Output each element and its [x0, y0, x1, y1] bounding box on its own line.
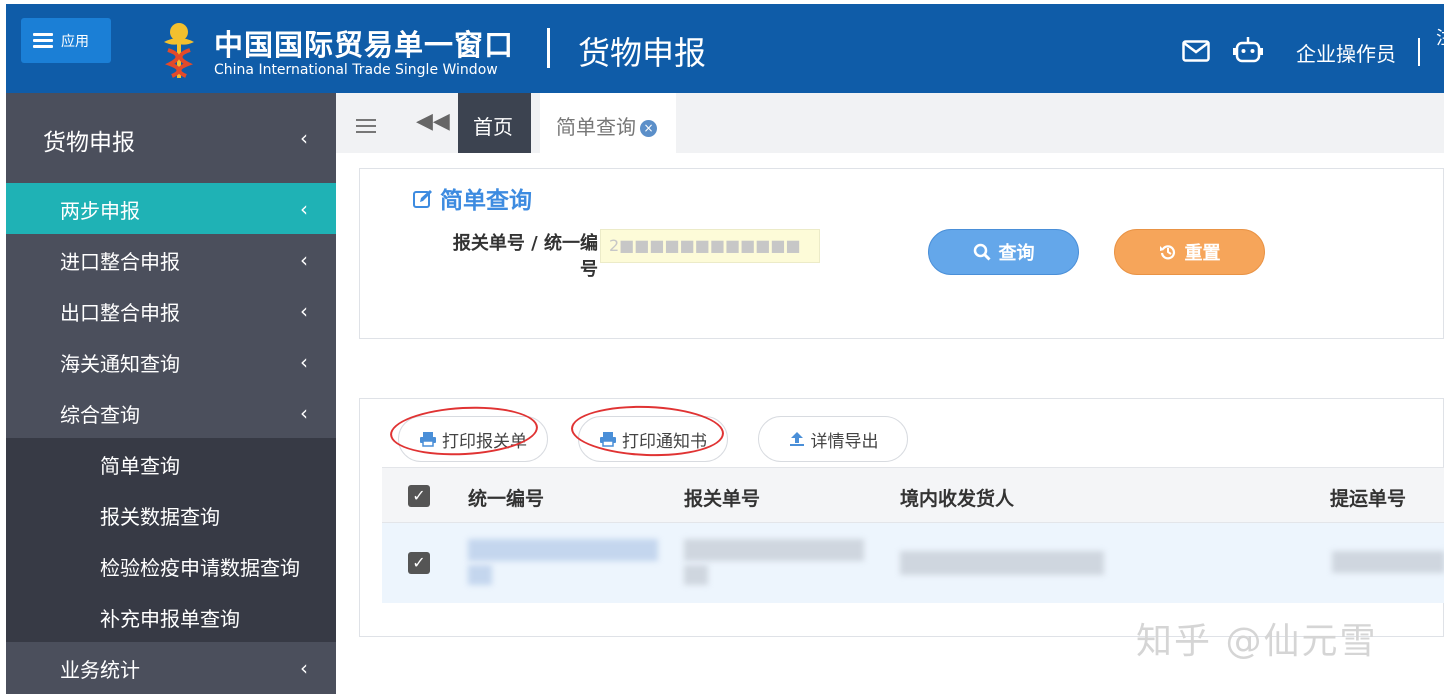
search-button-label: 查询 — [998, 243, 1035, 264]
brand-subtitle: China International Trade Single Window — [214, 62, 498, 78]
sidebar-item-label: 业务统计 — [60, 658, 140, 682]
reset-icon — [1159, 245, 1175, 260]
print-declaration-button[interactable]: 打印报关单 — [398, 416, 548, 462]
query-title-label: 简单查询 — [440, 188, 532, 214]
masked-declaration-number — [684, 539, 864, 561]
chevron-left-icon: ‹ — [300, 247, 308, 272]
tab-simple-query[interactable]: 简单查询 × — [540, 93, 676, 153]
submenu-item-declaration-data[interactable]: 报关数据查询 — [100, 501, 220, 530]
row-checkbox[interactable]: ✓ — [408, 552, 430, 574]
column-header-declaration-number[interactable]: 报关单号 — [684, 484, 760, 511]
customs-logo-icon — [164, 23, 194, 78]
sidebar-item-label: 出口整合申报 — [60, 301, 180, 325]
submenu-item-supplementary[interactable]: 补充申报单查询 — [100, 603, 240, 632]
table-header: ✓ 统一编号 报关单号 境内收发货人 提运单号 — [382, 467, 1444, 523]
tab-bar: ◀◀ 首页 简单查询 × — [336, 93, 1444, 153]
chevron-left-icon: ‹ — [300, 126, 308, 150]
sidebar-title-label: 货物申报 — [43, 130, 135, 156]
query-panel: 简单查询 报关单号 / 统一编号 2■■■■■■■■■■■■ 查询 重置 — [359, 168, 1444, 339]
sidebar-item-customs-notice[interactable]: 海关通知查询 ‹ — [6, 336, 336, 387]
sidebar-item-two-step[interactable]: 两步申报 ‹ — [6, 183, 336, 234]
search-icon — [973, 243, 991, 261]
masked-unified-number-tail — [468, 565, 492, 585]
declaration-number-label: 报关单号 / 统一编号 — [452, 233, 598, 280]
edit-icon — [413, 190, 432, 208]
submenu-item-inspection-data[interactable]: 检验检疫申请数据查询 — [100, 552, 300, 581]
sidebar: 货物申报 ‹ 两步申报 ‹ 进口整合申报 ‹ 出口整合申报 ‹ 海关通知查询 ‹… — [6, 93, 336, 694]
masked-bill-of-lading — [1332, 551, 1444, 573]
top-header: 应用 中国国际贸易单一窗口 China International Trade … — [6, 4, 1444, 93]
masked-consignee — [900, 551, 1104, 575]
app-menu-button[interactable]: 应用 — [21, 18, 111, 63]
header-divider-right — [1418, 38, 1420, 66]
header-divider — [547, 28, 550, 68]
chevron-left-icon: ‹ — [300, 298, 308, 323]
sidebar-item-label: 两步申报 — [60, 199, 140, 223]
double-chevron-left-icon[interactable]: ◀◀ — [416, 109, 450, 134]
printer-icon — [600, 432, 616, 447]
sidebar-title[interactable]: 货物申报 ‹ — [6, 93, 336, 183]
chevron-left-icon: ‹ — [300, 400, 308, 425]
chevron-left-icon: ‹ — [300, 196, 308, 221]
column-header-unified-number[interactable]: 统一编号 — [468, 484, 544, 511]
sidebar-item-label: 综合查询 — [60, 403, 140, 427]
upload-icon — [789, 432, 804, 446]
close-tab-icon[interactable]: × — [640, 120, 657, 137]
app-menu-label: 应用 — [61, 33, 89, 50]
submenu-comprehensive-query: 简单查询 报关数据查询 检验检疫申请数据查询 补充申报单查询 — [6, 438, 336, 642]
user-name[interactable]: 企业操作员 — [1296, 38, 1396, 67]
export-details-button[interactable]: 详情导出 — [758, 416, 908, 462]
sidebar-item-export[interactable]: 出口整合申报 ‹ — [6, 285, 336, 336]
chevron-left-icon: ‹ — [300, 655, 308, 680]
sidebar-item-label: 海关通知查询 — [60, 352, 180, 376]
truncated-header-text: 注 — [1436, 24, 1444, 50]
tab-home[interactable]: 首页 — [458, 93, 531, 153]
export-details-label: 详情导出 — [810, 431, 879, 452]
robot-assistant-icon[interactable] — [1232, 34, 1264, 66]
printer-icon — [420, 432, 436, 447]
reset-button-label: 重置 — [1184, 243, 1221, 264]
mail-icon[interactable] — [1182, 40, 1210, 62]
menu-toggle-icon[interactable] — [356, 115, 376, 137]
print-notice-button[interactable]: 打印通知书 — [578, 416, 728, 462]
sidebar-item-statistics[interactable]: 业务统计 ‹ — [6, 642, 336, 693]
search-button[interactable]: 查询 — [928, 229, 1079, 275]
app-window: 应用 中国国际贸易单一窗口 China International Trade … — [0, 0, 1444, 694]
sidebar-item-import[interactable]: 进口整合申报 ‹ — [6, 234, 336, 285]
sidebar-item-comprehensive-query[interactable]: 综合查询 ‹ — [6, 387, 336, 438]
results-panel: 打印报关单 打印通知书 详情导出 ✓ 统一编号 报关单号 境内收发货人 提运单号 — [359, 398, 1444, 637]
brand-title: 中国国际贸易单一窗口 — [214, 28, 515, 62]
watermark-text: 知乎 @仙元雪 — [1136, 621, 1378, 662]
print-notice-label: 打印通知书 — [622, 431, 707, 452]
tab-simple-query-label: 简单查询 — [556, 115, 636, 139]
module-title: 货物申报 — [578, 34, 707, 72]
reset-button[interactable]: 重置 — [1114, 229, 1265, 275]
column-header-bill-of-lading[interactable]: 提运单号 — [1330, 484, 1406, 511]
masked-declaration-number-tail — [684, 565, 708, 585]
declaration-number-input[interactable]: 2■■■■■■■■■■■■ — [600, 229, 820, 263]
query-panel-title: 简单查询 — [412, 181, 532, 215]
chevron-left-icon: ‹ — [300, 349, 308, 374]
table-row[interactable]: ✓ — [382, 523, 1444, 603]
print-declaration-label: 打印报关单 — [442, 431, 527, 452]
sidebar-item-label: 进口整合申报 — [60, 250, 180, 274]
hamburger-icon — [33, 30, 53, 51]
column-header-consignee[interactable]: 境内收发货人 — [900, 484, 1014, 511]
masked-unified-number — [468, 539, 658, 561]
submenu-item-simple-query[interactable]: 简单查询 — [100, 450, 180, 479]
tab-home-label: 首页 — [473, 115, 513, 139]
select-all-checkbox[interactable]: ✓ — [408, 485, 430, 507]
